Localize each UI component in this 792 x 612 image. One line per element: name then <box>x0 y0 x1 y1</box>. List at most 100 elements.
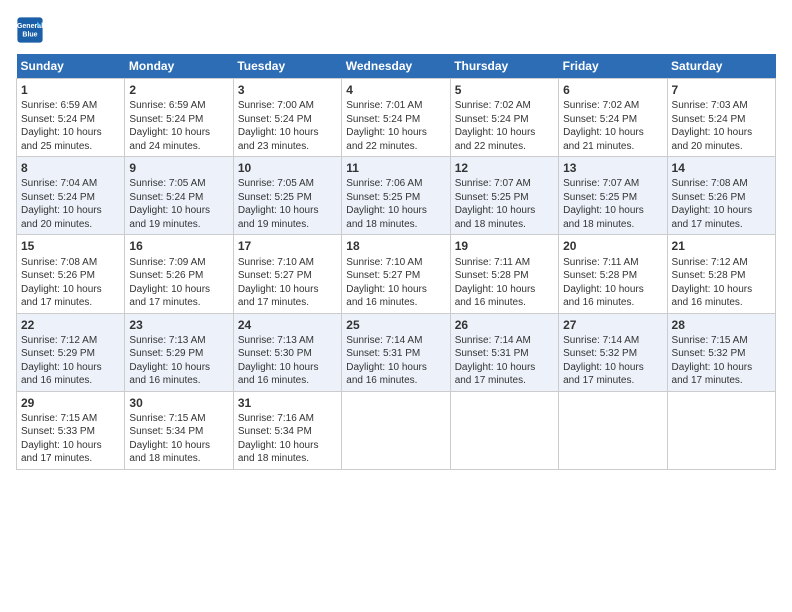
calendar-week-row: 15Sunrise: 7:08 AMSunset: 5:26 PMDayligh… <box>17 235 776 313</box>
day-info-line: Sunset: 5:24 PM <box>21 113 120 127</box>
col-header-wednesday: Wednesday <box>342 54 450 79</box>
day-info-line: Daylight: 10 hours <box>563 126 662 140</box>
day-info-line: and 23 minutes. <box>238 140 337 154</box>
col-header-sunday: Sunday <box>17 54 125 79</box>
page-header: General Blue <box>16 16 776 44</box>
day-info-line: and 16 minutes. <box>563 296 662 310</box>
day-info-line: Sunset: 5:26 PM <box>21 269 120 283</box>
logo: General Blue <box>16 16 48 44</box>
calendar-week-row: 29Sunrise: 7:15 AMSunset: 5:33 PMDayligh… <box>17 391 776 469</box>
day-number: 28 <box>672 317 771 333</box>
day-info-line: and 16 minutes. <box>672 296 771 310</box>
day-info-line: Sunrise: 7:01 AM <box>346 99 445 113</box>
day-info-line: and 16 minutes. <box>455 296 554 310</box>
calendar-day-cell: 10Sunrise: 7:05 AMSunset: 5:25 PMDayligh… <box>233 157 341 235</box>
day-info-line: Sunrise: 7:11 AM <box>455 256 554 270</box>
day-number: 19 <box>455 238 554 254</box>
day-number: 10 <box>238 160 337 176</box>
day-info-line: Sunset: 5:24 PM <box>346 113 445 127</box>
day-info-line: Daylight: 10 hours <box>129 126 228 140</box>
day-info-line: Sunset: 5:26 PM <box>672 191 771 205</box>
day-number: 18 <box>346 238 445 254</box>
calendar-header-row: SundayMondayTuesdayWednesdayThursdayFrid… <box>17 54 776 79</box>
day-info-line: Daylight: 10 hours <box>238 126 337 140</box>
day-info-line: Sunset: 5:31 PM <box>455 347 554 361</box>
empty-cell <box>342 391 450 469</box>
calendar-day-cell: 29Sunrise: 7:15 AMSunset: 5:33 PMDayligh… <box>17 391 125 469</box>
day-number: 6 <box>563 82 662 98</box>
day-number: 31 <box>238 395 337 411</box>
day-info-line: Sunset: 5:27 PM <box>346 269 445 283</box>
calendar-day-cell: 22Sunrise: 7:12 AMSunset: 5:29 PMDayligh… <box>17 313 125 391</box>
day-info-line: Daylight: 10 hours <box>21 439 120 453</box>
day-info-line: Sunset: 5:33 PM <box>21 425 120 439</box>
day-info-line: Daylight: 10 hours <box>238 283 337 297</box>
calendar-day-cell: 7Sunrise: 7:03 AMSunset: 5:24 PMDaylight… <box>667 79 775 157</box>
day-info-line: Sunrise: 7:13 AM <box>129 334 228 348</box>
calendar-day-cell: 23Sunrise: 7:13 AMSunset: 5:29 PMDayligh… <box>125 313 233 391</box>
day-info-line: Daylight: 10 hours <box>21 204 120 218</box>
day-number: 2 <box>129 82 228 98</box>
day-info-line: and 17 minutes. <box>563 374 662 388</box>
calendar-day-cell: 9Sunrise: 7:05 AMSunset: 5:24 PMDaylight… <box>125 157 233 235</box>
day-number: 13 <box>563 160 662 176</box>
day-info-line: Sunrise: 7:00 AM <box>238 99 337 113</box>
col-header-friday: Friday <box>559 54 667 79</box>
col-header-tuesday: Tuesday <box>233 54 341 79</box>
day-info-line: Sunrise: 7:11 AM <box>563 256 662 270</box>
day-info-line: and 18 minutes. <box>346 218 445 232</box>
day-info-line: Daylight: 10 hours <box>672 204 771 218</box>
day-info-line: Sunrise: 7:09 AM <box>129 256 228 270</box>
calendar-day-cell: 27Sunrise: 7:14 AMSunset: 5:32 PMDayligh… <box>559 313 667 391</box>
day-info-line: and 16 minutes. <box>129 374 228 388</box>
day-info-line: Sunset: 5:27 PM <box>238 269 337 283</box>
day-number: 16 <box>129 238 228 254</box>
day-info-line: Sunrise: 7:08 AM <box>21 256 120 270</box>
day-info-line: Sunset: 5:28 PM <box>563 269 662 283</box>
day-info-line: Sunset: 5:29 PM <box>129 347 228 361</box>
day-info-line: Sunset: 5:25 PM <box>238 191 337 205</box>
calendar-day-cell: 26Sunrise: 7:14 AMSunset: 5:31 PMDayligh… <box>450 313 558 391</box>
day-info-line: Sunrise: 7:14 AM <box>563 334 662 348</box>
calendar-day-cell: 1Sunrise: 6:59 AMSunset: 5:24 PMDaylight… <box>17 79 125 157</box>
day-number: 25 <box>346 317 445 333</box>
day-info-line: Sunrise: 7:13 AM <box>238 334 337 348</box>
day-number: 8 <box>21 160 120 176</box>
calendar-week-row: 8Sunrise: 7:04 AMSunset: 5:24 PMDaylight… <box>17 157 776 235</box>
day-info-line: and 25 minutes. <box>21 140 120 154</box>
calendar-day-cell: 8Sunrise: 7:04 AMSunset: 5:24 PMDaylight… <box>17 157 125 235</box>
day-info-line: Sunrise: 7:15 AM <box>129 412 228 426</box>
day-info-line: Daylight: 10 hours <box>563 283 662 297</box>
day-number: 24 <box>238 317 337 333</box>
day-info-line: Sunset: 5:28 PM <box>455 269 554 283</box>
day-info-line: Sunset: 5:34 PM <box>238 425 337 439</box>
calendar-day-cell: 14Sunrise: 7:08 AMSunset: 5:26 PMDayligh… <box>667 157 775 235</box>
day-info-line: Sunrise: 7:14 AM <box>346 334 445 348</box>
day-info-line: Daylight: 10 hours <box>21 361 120 375</box>
day-info-line: Sunrise: 7:04 AM <box>21 177 120 191</box>
day-info-line: Sunset: 5:24 PM <box>672 113 771 127</box>
day-info-line: and 18 minutes. <box>238 452 337 466</box>
day-info-line: Sunrise: 7:12 AM <box>21 334 120 348</box>
day-info-line: and 20 minutes. <box>672 140 771 154</box>
day-number: 23 <box>129 317 228 333</box>
empty-cell <box>450 391 558 469</box>
logo-icon: General Blue <box>16 16 44 44</box>
col-header-saturday: Saturday <box>667 54 775 79</box>
calendar-day-cell: 18Sunrise: 7:10 AMSunset: 5:27 PMDayligh… <box>342 235 450 313</box>
calendar-day-cell: 13Sunrise: 7:07 AMSunset: 5:25 PMDayligh… <box>559 157 667 235</box>
day-info-line: Sunset: 5:24 PM <box>238 113 337 127</box>
day-info-line: and 17 minutes. <box>129 296 228 310</box>
day-info-line: and 20 minutes. <box>21 218 120 232</box>
day-info-line: and 17 minutes. <box>238 296 337 310</box>
calendar-day-cell: 2Sunrise: 6:59 AMSunset: 5:24 PMDaylight… <box>125 79 233 157</box>
day-info-line: and 17 minutes. <box>672 218 771 232</box>
day-info-line: Sunrise: 7:07 AM <box>455 177 554 191</box>
calendar-table: SundayMondayTuesdayWednesdayThursdayFrid… <box>16 54 776 470</box>
day-info-line: Sunset: 5:32 PM <box>672 347 771 361</box>
day-info-line: and 24 minutes. <box>129 140 228 154</box>
day-info-line: Daylight: 10 hours <box>455 204 554 218</box>
day-info-line: Daylight: 10 hours <box>672 283 771 297</box>
day-info-line: Sunset: 5:24 PM <box>129 113 228 127</box>
day-info-line: Daylight: 10 hours <box>455 126 554 140</box>
